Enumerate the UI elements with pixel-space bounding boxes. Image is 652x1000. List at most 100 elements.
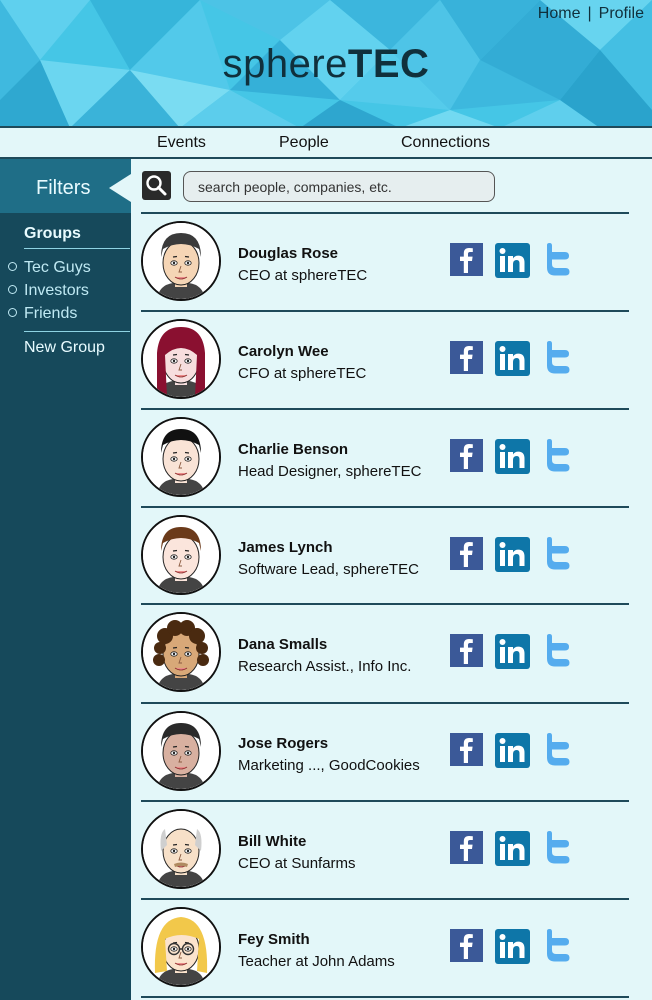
person-row[interactable]: Bill White CEO at Sunfarms bbox=[141, 801, 629, 898]
avatar[interactable] bbox=[141, 711, 221, 791]
facebook-button[interactable] bbox=[450, 439, 483, 472]
link-separator: | bbox=[587, 5, 592, 22]
twitter-button[interactable] bbox=[543, 634, 576, 667]
twitter-button[interactable] bbox=[543, 929, 576, 962]
filters-header[interactable]: Filters bbox=[0, 159, 131, 213]
group-item-investors[interactable]: Investors bbox=[8, 282, 89, 300]
linkedin-button[interactable] bbox=[495, 341, 530, 376]
person-row[interactable]: Douglas Rose CEO at sphereTEC bbox=[141, 213, 629, 310]
radio-circle-icon bbox=[8, 262, 17, 272]
twitter-button[interactable] bbox=[543, 439, 576, 472]
facebook-button[interactable] bbox=[450, 537, 483, 570]
new-group-button[interactable]: New Group bbox=[24, 339, 105, 357]
facebook-icon bbox=[450, 341, 483, 374]
group-item-tec-guys[interactable]: Tec Guys bbox=[8, 259, 91, 277]
avatar[interactable] bbox=[141, 319, 221, 399]
filters-label: Filters bbox=[36, 177, 91, 199]
person-name[interactable]: Charlie Benson bbox=[238, 441, 348, 458]
linkedin-button[interactable] bbox=[495, 831, 530, 866]
twitter-button[interactable] bbox=[543, 537, 576, 570]
facebook-icon bbox=[450, 439, 483, 472]
home-link[interactable]: Home bbox=[538, 5, 581, 22]
linkedin-button[interactable] bbox=[495, 439, 530, 474]
avatar[interactable] bbox=[141, 612, 221, 692]
person-name[interactable]: Jose Rogers bbox=[238, 735, 328, 752]
facebook-icon bbox=[450, 634, 483, 667]
twitter-button[interactable] bbox=[543, 243, 576, 276]
twitter-icon bbox=[547, 341, 570, 374]
person-title: Head Designer, sphereTEC bbox=[238, 463, 422, 480]
person-title: Marketing ..., GoodCookies bbox=[238, 757, 420, 774]
twitter-button[interactable] bbox=[543, 733, 576, 766]
group-item-friends[interactable]: Friends bbox=[8, 305, 77, 323]
person-row[interactable]: Dana Smalls Research Assist., Info Inc. bbox=[141, 604, 629, 701]
person-title: CFO at sphereTEC bbox=[238, 365, 367, 382]
facebook-button[interactable] bbox=[450, 929, 483, 962]
facebook-button[interactable] bbox=[450, 831, 483, 864]
person-row[interactable]: Jose Rogers Marketing ..., GoodCookies bbox=[141, 703, 629, 800]
radio-circle-icon bbox=[8, 308, 17, 318]
person-name[interactable]: Dana Smalls bbox=[238, 636, 327, 653]
top-links: Home | Profile bbox=[538, 5, 644, 23]
person-name[interactable]: Fey Smith bbox=[238, 931, 310, 948]
person-name[interactable]: Douglas Rose bbox=[238, 245, 338, 262]
avatar[interactable] bbox=[141, 515, 221, 595]
groups-title: Groups bbox=[24, 225, 81, 242]
linkedin-button[interactable] bbox=[495, 634, 530, 669]
search-button[interactable] bbox=[142, 171, 171, 200]
person-row[interactable]: James Lynch Software Lead, sphereTEC bbox=[141, 507, 629, 604]
facebook-button[interactable] bbox=[450, 634, 483, 667]
linkedin-button[interactable] bbox=[495, 537, 530, 572]
tab-people[interactable]: People bbox=[279, 134, 329, 152]
facebook-button[interactable] bbox=[450, 733, 483, 766]
person-row[interactable]: Carolyn Wee CFO at sphereTEC bbox=[141, 311, 629, 408]
facebook-button[interactable] bbox=[450, 243, 483, 276]
person-title: CEO at Sunfarms bbox=[238, 855, 356, 872]
linkedin-icon bbox=[495, 929, 530, 964]
person-title: CEO at sphereTEC bbox=[238, 267, 368, 284]
linkedin-icon bbox=[495, 439, 530, 474]
linkedin-icon bbox=[495, 341, 530, 376]
avatar[interactable] bbox=[141, 809, 221, 889]
person-face-illustration bbox=[143, 419, 219, 495]
facebook-icon bbox=[450, 733, 483, 766]
twitter-icon bbox=[547, 537, 570, 570]
linkedin-icon bbox=[495, 634, 530, 669]
facebook-icon bbox=[450, 243, 483, 276]
brand-bold-text: TEC bbox=[347, 42, 430, 86]
facebook-button[interactable] bbox=[450, 341, 483, 374]
avatar[interactable] bbox=[141, 907, 221, 987]
search-input[interactable] bbox=[183, 171, 495, 202]
avatar[interactable] bbox=[141, 221, 221, 301]
tab-events[interactable]: Events bbox=[157, 134, 206, 152]
group-item-label: Investors bbox=[24, 282, 89, 299]
twitter-icon bbox=[547, 634, 570, 667]
collapse-arrow-icon bbox=[109, 174, 131, 202]
person-row[interactable]: Fey Smith Teacher at John Adams bbox=[141, 899, 629, 996]
brand-logo[interactable]: sphereTEC bbox=[0, 42, 652, 87]
person-face-illustration bbox=[143, 713, 219, 789]
linkedin-icon bbox=[495, 243, 530, 278]
linkedin-button[interactable] bbox=[495, 243, 530, 278]
main-nav: Events People Connections bbox=[0, 128, 652, 159]
person-face-illustration bbox=[143, 909, 219, 985]
person-title: Software Lead, sphereTEC bbox=[238, 561, 419, 578]
person-face-illustration bbox=[143, 223, 219, 299]
radio-circle-icon bbox=[8, 285, 17, 295]
twitter-icon bbox=[547, 929, 570, 962]
linkedin-button[interactable] bbox=[495, 733, 530, 768]
linkedin-button[interactable] bbox=[495, 929, 530, 964]
person-face-illustration bbox=[143, 614, 219, 690]
person-name[interactable]: Carolyn Wee bbox=[238, 343, 329, 360]
person-row[interactable]: Charlie Benson Head Designer, sphereTEC bbox=[141, 409, 629, 506]
tab-connections[interactable]: Connections bbox=[401, 134, 490, 152]
person-name[interactable]: Bill White bbox=[238, 833, 306, 850]
group-item-label: Tec Guys bbox=[24, 259, 91, 276]
avatar[interactable] bbox=[141, 417, 221, 497]
twitter-button[interactable] bbox=[543, 341, 576, 374]
person-name[interactable]: James Lynch bbox=[238, 539, 333, 556]
profile-link[interactable]: Profile bbox=[599, 5, 644, 22]
header-banner: Home | Profile sphereTEC bbox=[0, 0, 652, 128]
person-face-illustration bbox=[143, 321, 219, 397]
twitter-button[interactable] bbox=[543, 831, 576, 864]
